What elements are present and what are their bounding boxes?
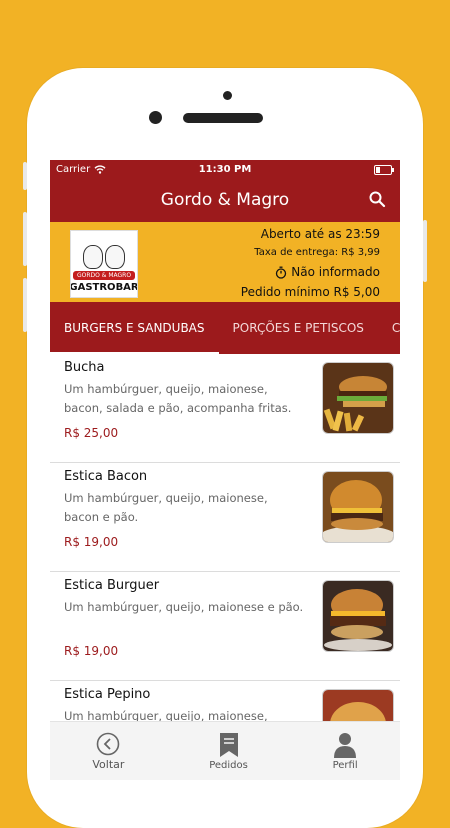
phone-volume-down	[23, 278, 27, 332]
category-tabs: BURGERS E SANDUBAS PORÇÕES E PETISCOS CO…	[50, 302, 400, 354]
delivery-fee: Taxa de entrega: R$ 3,99	[254, 247, 380, 258]
phone-side-button	[23, 162, 27, 190]
restaurant-details: Aberto até as 23:59 Taxa de entrega: R$ …	[241, 224, 380, 302]
battery-icon	[374, 165, 394, 175]
item-image	[322, 689, 394, 722]
bottom-nav: Voltar Pedidos Perfil	[50, 721, 400, 780]
restaurant-logo: GORDO & MAGRO GASTROBAR	[70, 230, 138, 298]
app-screen: Carrier 11:30 PM Gordo & Magro GORDO & M…	[50, 160, 400, 780]
tab-burgers-e-sandubas[interactable]: BURGERS E SANDUBAS	[50, 302, 219, 354]
phone-camera	[223, 91, 232, 100]
minimum-order: Pedido mínimo R$ 5,00	[240, 285, 380, 299]
nav-pedidos[interactable]: Pedidos	[209, 732, 248, 771]
user-icon	[334, 732, 357, 758]
status-time: 11:30 PM	[198, 163, 252, 175]
logo-name: GASTROBAR	[70, 282, 138, 293]
delivery-time: Não informado	[291, 265, 380, 279]
search-icon[interactable]	[368, 190, 386, 212]
item-description: Um hambúrguer, queijo, maionese, bacon e…	[64, 491, 268, 524]
item-name: Bucha	[64, 360, 105, 375]
opening-hours: Aberto até as 23:59	[260, 227, 380, 241]
nav-voltar[interactable]: Voltar	[92, 732, 124, 771]
phone-power-button	[423, 220, 427, 282]
nav-label: Pedidos	[209, 759, 248, 771]
phone-speaker	[183, 113, 263, 123]
delivery-time-row: Não informado	[241, 262, 380, 282]
item-description: Um hambúrguer, queijo, maionese e pão.	[64, 600, 304, 614]
tab-porcoes-e-petiscos[interactable]: PORÇÕES E PETISCOS	[219, 302, 378, 354]
nav-perfil[interactable]: Perfil	[333, 732, 358, 771]
item-price: R$ 19,00	[64, 535, 119, 549]
item-description: Um hambúrguer, queijo, maionese, pepino …	[64, 709, 268, 722]
item-name: Estica Burguer	[64, 578, 160, 593]
status-bar: Carrier 11:30 PM	[50, 160, 400, 178]
item-price: R$ 19,00	[64, 644, 119, 658]
logo-faces	[83, 245, 125, 269]
list-item[interactable]: Estica Pepino Um hambúrguer, queijo, mai…	[50, 681, 400, 722]
nav-label: Perfil	[332, 759, 358, 771]
menu-list: Bucha Um hambúrguer, queijo, maionese, b…	[50, 354, 400, 722]
item-image	[322, 580, 394, 652]
item-image	[322, 471, 394, 543]
bookmark-icon	[219, 732, 238, 757]
item-image	[322, 362, 394, 434]
item-name: Estica Pepino	[64, 687, 151, 702]
nav-label: Voltar	[92, 757, 125, 771]
restaurant-info: GORDO & MAGRO GASTROBAR Aberto até as 23…	[50, 222, 400, 302]
logo-ribbon: GORDO & MAGRO	[72, 271, 136, 280]
item-price: R$ 25,00	[64, 426, 119, 440]
item-name: Estica Bacon	[64, 469, 148, 484]
list-item[interactable]: Estica Bacon Um hambúrguer, queijo, maio…	[50, 463, 400, 572]
list-item[interactable]: Bucha Um hambúrguer, queijo, maionese, b…	[50, 354, 400, 463]
back-circle-icon	[97, 732, 120, 755]
list-item[interactable]: Estica Burguer Um hambúrguer, queijo, ma…	[50, 572, 400, 681]
phone-front-camera	[149, 111, 162, 124]
item-description: Um hambúrguer, queijo, maionese, bacon, …	[64, 382, 292, 415]
tab-com[interactable]: COM	[378, 302, 400, 354]
stopwatch-icon	[276, 266, 287, 279]
app-title: Gordo & Magro	[160, 190, 290, 210]
app-bar: Gordo & Magro	[50, 178, 400, 222]
phone-volume-up	[23, 212, 27, 266]
